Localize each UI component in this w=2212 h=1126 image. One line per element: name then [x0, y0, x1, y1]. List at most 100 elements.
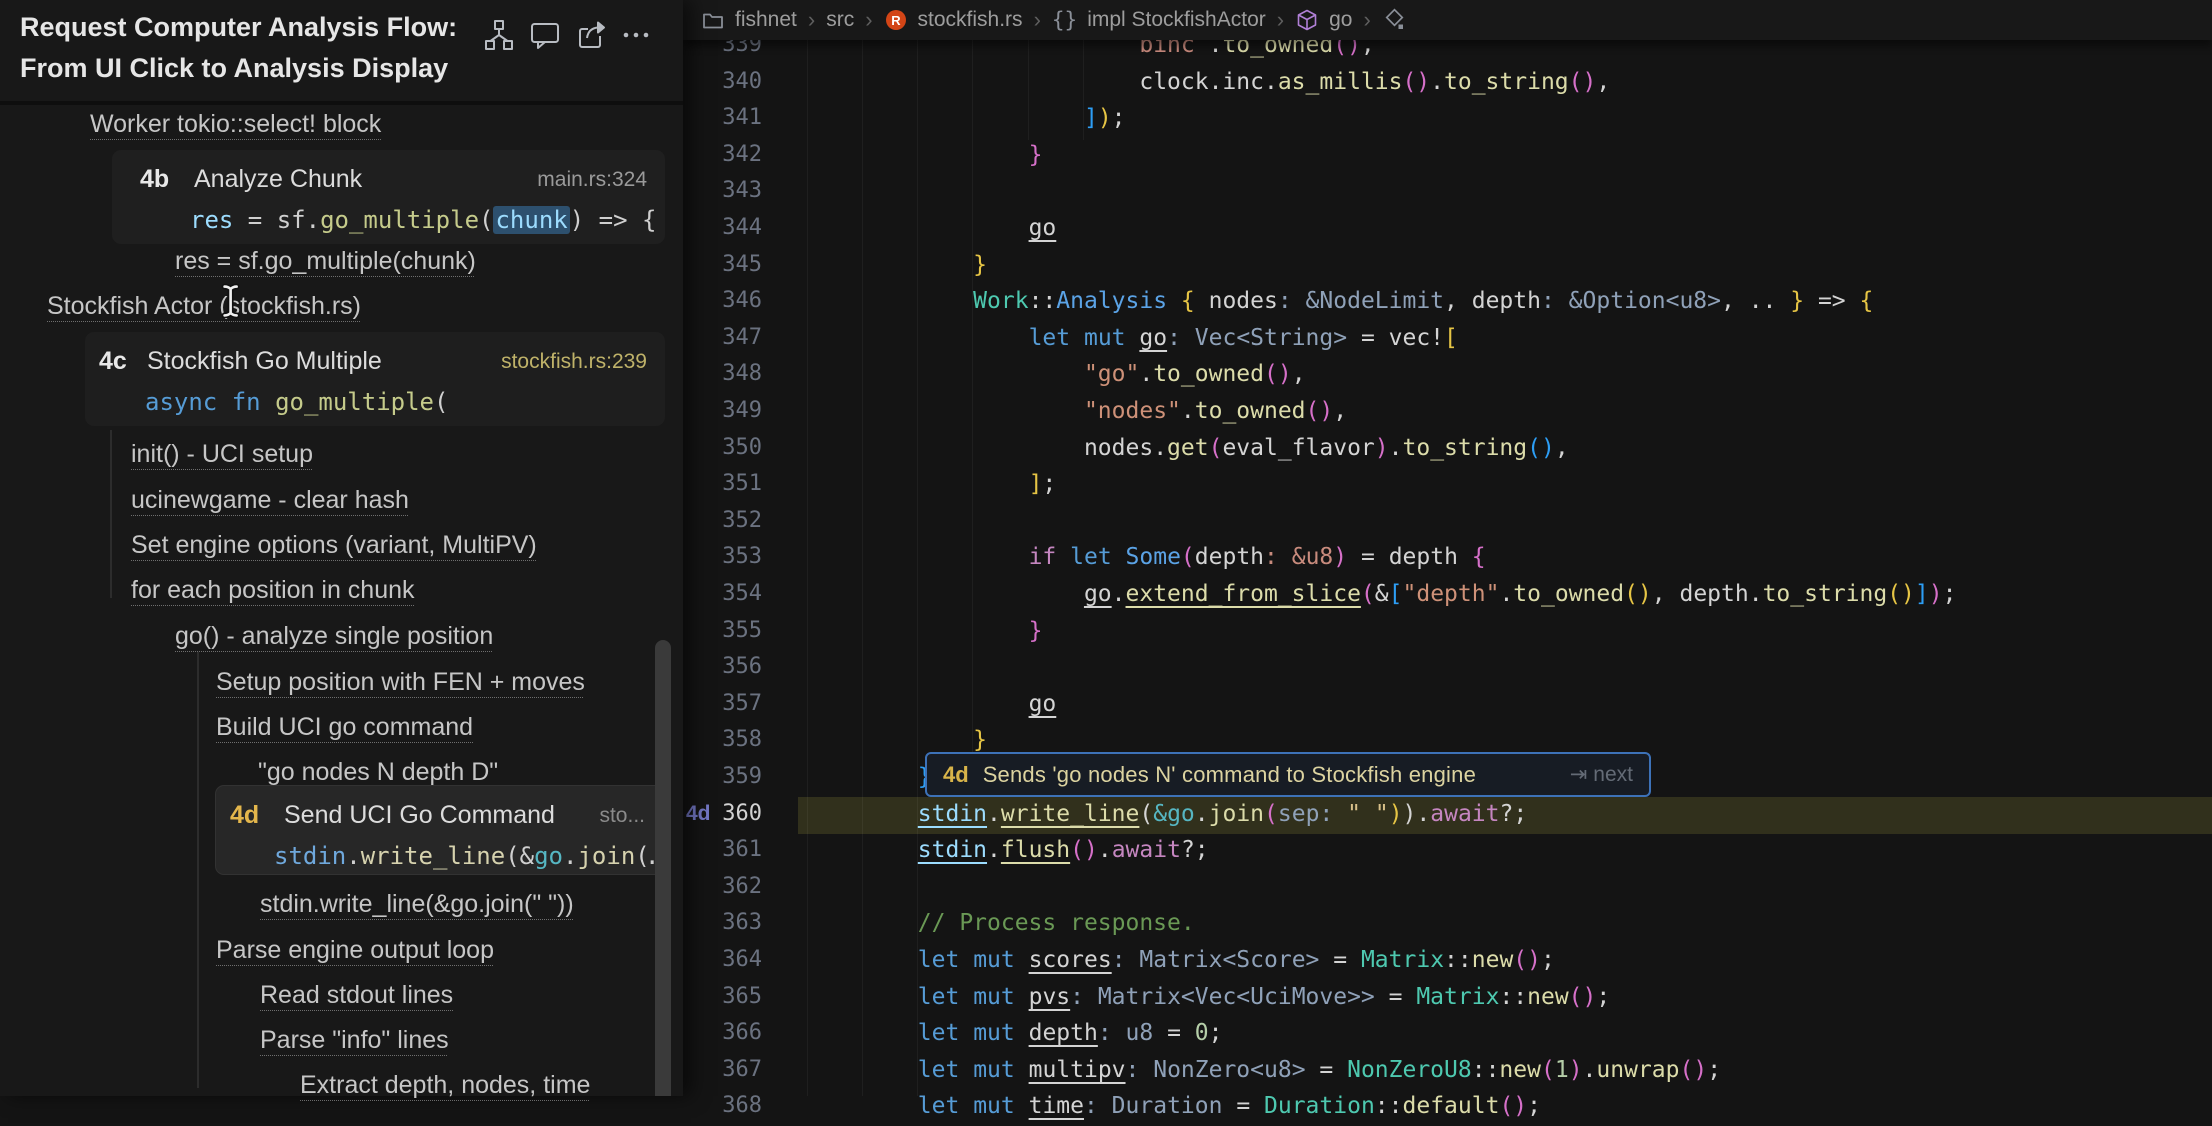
- method-icon: [1295, 8, 1319, 32]
- flow-step[interactable]: Parse engine output loop: [216, 936, 494, 965]
- flow-step[interactable]: Worker tokio::select! block: [90, 110, 381, 139]
- line-number[interactable]: 360: [700, 801, 762, 826]
- breadcrumb-item[interactable]: go: [1329, 8, 1352, 32]
- flow-step[interactable]: ucinewgame - clear hash: [131, 486, 409, 515]
- code-token: [959, 984, 973, 1010]
- share-icon[interactable]: [572, 16, 610, 54]
- line-number[interactable]: 343: [700, 178, 762, 203]
- file-reference[interactable]: stockfish.rs:239: [501, 350, 647, 374]
- code-token: mut: [973, 1020, 1015, 1046]
- code-token: depth: [1195, 544, 1264, 570]
- line-number[interactable]: 353: [700, 544, 762, 569]
- line-number[interactable]: 358: [700, 727, 762, 752]
- code-token: res: [190, 206, 233, 234]
- flow-step[interactable]: Setup position with FEN + moves: [216, 668, 585, 697]
- line-number[interactable]: 346: [700, 288, 762, 313]
- code-token: (: [1541, 1057, 1555, 1083]
- next-button[interactable]: ⇥ next: [1570, 762, 1633, 787]
- code-token: 0: [1195, 1020, 1209, 1046]
- step-marker: 4c: [99, 347, 127, 376]
- flow-step[interactable]: for each position in chunk: [131, 576, 415, 605]
- flow-step-label: init() - UCI setup: [131, 440, 313, 468]
- code-text: stdin.flush().await?;: [807, 837, 1209, 863]
- line-number[interactable]: 362: [700, 874, 762, 899]
- code-token: stdin: [274, 842, 346, 870]
- line-number[interactable]: 361: [700, 837, 762, 862]
- line-number[interactable]: 359: [700, 764, 762, 789]
- code-token: ): [1098, 105, 1112, 131]
- line-number[interactable]: 344: [700, 215, 762, 240]
- breadcrumb-separator: ›: [1033, 7, 1042, 33]
- code-token: .: [346, 842, 360, 870]
- breadcrumb-item[interactable]: src: [826, 8, 854, 32]
- code-token: go: [1139, 325, 1167, 351]
- flow-step[interactable]: Read stdout lines: [260, 981, 453, 1010]
- flow-step-card-4b[interactable]: 4bAnalyze Chunkmain.rs:324res = sf.go_mu…: [112, 150, 665, 244]
- line-number[interactable]: 351: [700, 471, 762, 496]
- flow-step[interactable]: Parse "info" lines: [260, 1026, 449, 1055]
- line-number[interactable]: 356: [700, 654, 762, 679]
- line-number[interactable]: 364: [700, 947, 762, 972]
- code-token: (: [479, 206, 493, 234]
- more-icon[interactable]: [617, 16, 655, 54]
- code-text: go.extend_from_slice(&["depth".to_owned(…: [807, 581, 1956, 607]
- flow-step[interactable]: Build UCI go command: [216, 713, 473, 742]
- line-number[interactable]: 352: [700, 508, 762, 533]
- line-number[interactable]: 349: [700, 398, 762, 423]
- line-number[interactable]: 354: [700, 581, 762, 606]
- line-number[interactable]: 366: [700, 1020, 762, 1045]
- code-token: "nodes": [1084, 398, 1181, 424]
- line-number[interactable]: 357: [700, 691, 762, 716]
- line-number[interactable]: 348: [700, 361, 762, 386]
- flow-step[interactable]: Stockfish Actor (stockfish.rs): [47, 292, 361, 321]
- line-number[interactable]: 355: [700, 618, 762, 643]
- code-token: .: [1098, 837, 1112, 863]
- line-number[interactable]: 340: [700, 69, 762, 94]
- panel-subtitle: From UI Click to Analysis Display: [20, 53, 448, 84]
- flow-step-card-4c[interactable]: 4cStockfish Go Multiplestockfish.rs:239a…: [85, 332, 665, 426]
- flow-step[interactable]: init() - UCI setup: [131, 440, 313, 469]
- code-token: =: [1306, 1057, 1348, 1083]
- comment-icon[interactable]: [526, 16, 564, 54]
- code-token: sep:: [1278, 801, 1347, 827]
- tree-guide: [197, 652, 199, 1088]
- file-reference[interactable]: sto...: [599, 804, 645, 828]
- code-token: ;: [1112, 105, 1126, 131]
- line-number[interactable]: 347: [700, 325, 762, 350]
- code-text: nodes.get(eval_flavor).to_string(),: [807, 435, 1569, 461]
- breadcrumb-item[interactable]: stockfish.rs: [918, 8, 1023, 32]
- line-number[interactable]: 350: [700, 435, 762, 460]
- flow-step[interactable]: stdin.write_line(&go.join(" ")): [260, 890, 574, 919]
- line-number[interactable]: 365: [700, 984, 762, 1009]
- code-token: {: [642, 206, 656, 234]
- breadcrumb-item[interactable]: fishnet: [735, 8, 797, 32]
- line-number[interactable]: 341: [700, 105, 762, 130]
- code-token: go: [1084, 581, 1112, 607]
- step-marker: 4d: [230, 801, 259, 830]
- flow-step[interactable]: res = sf.go_multiple(chunk): [175, 247, 476, 276]
- flow-step-card-4d[interactable]: 4dSend UCI Go Commandsto...stdin.write_l…: [215, 785, 664, 875]
- line-number[interactable]: 342: [700, 142, 762, 167]
- code-token: .: [1112, 581, 1126, 607]
- code-token: =>: [584, 206, 642, 234]
- hierarchy-icon[interactable]: [480, 16, 518, 54]
- code-text: let mut depth: u8 = 0;: [807, 1020, 1223, 1046]
- code-token: (): [1680, 1057, 1708, 1083]
- line-number[interactable]: 363: [700, 910, 762, 935]
- flow-step-label: Parse "info" lines: [260, 1026, 449, 1054]
- line-number[interactable]: 368: [700, 1093, 762, 1118]
- flow-step[interactable]: go() - analyze single position: [175, 622, 493, 651]
- flow-step[interactable]: Set engine options (variant, MultiPV): [131, 531, 537, 560]
- code-token: mut: [973, 984, 1015, 1010]
- code-token: .: [1583, 1057, 1597, 1083]
- code-token: pvs: [1029, 984, 1071, 1010]
- line-number[interactable]: 345: [700, 252, 762, 277]
- breadcrumb-item[interactable]: impl StockfishActor: [1087, 8, 1266, 32]
- code-token: .: [563, 842, 577, 870]
- panel-scrollbar[interactable]: [655, 640, 671, 1096]
- code-token: .: [1389, 435, 1403, 461]
- file-reference[interactable]: main.rs:324: [537, 168, 647, 192]
- line-number[interactable]: 367: [700, 1057, 762, 1082]
- flow-step[interactable]: "go nodes N depth D": [258, 758, 498, 787]
- code-token: new: [1472, 947, 1514, 973]
